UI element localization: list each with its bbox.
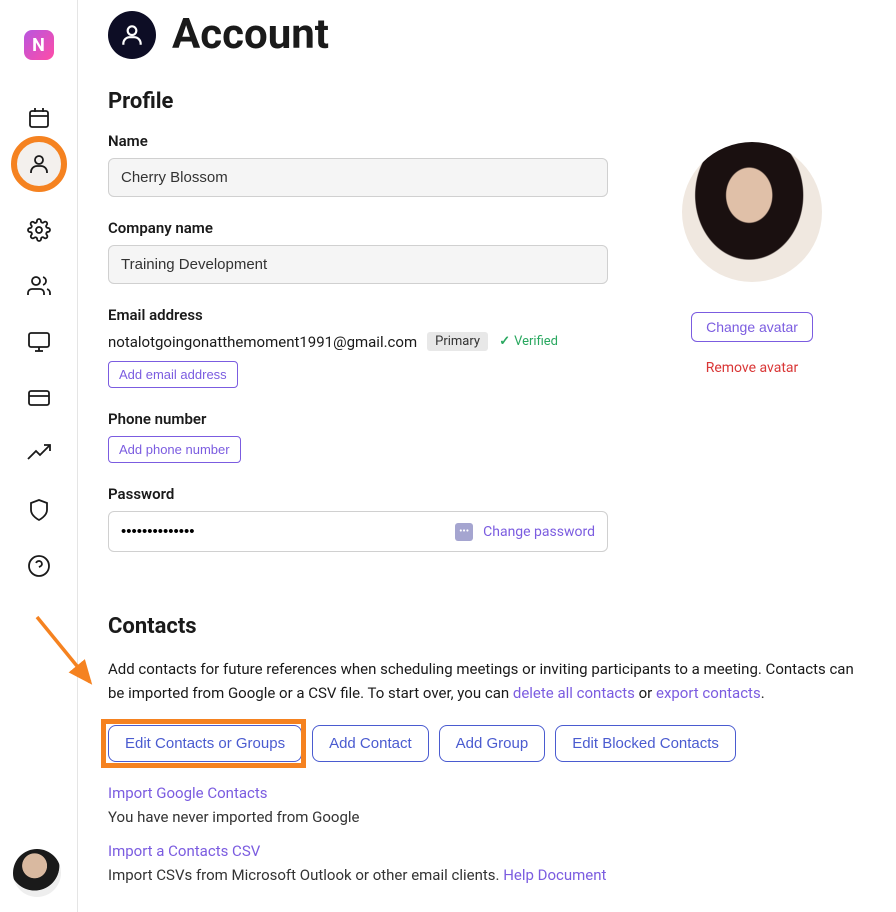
add-contact-button[interactable]: Add Contact <box>312 725 429 762</box>
verified-indicator: Verified <box>499 334 558 349</box>
profile-section-title: Profile <box>108 89 866 114</box>
export-contacts-link[interactable]: export contacts <box>656 684 761 702</box>
help-icon[interactable] <box>21 548 57 584</box>
company-input[interactable] <box>108 245 608 284</box>
add-email-button[interactable]: Add email address <box>108 361 238 388</box>
primary-badge: Primary <box>427 332 488 351</box>
app-logo[interactable]: N <box>24 30 54 60</box>
email-value: notalotgoingonatthemoment1991@gmail.com <box>108 333 417 351</box>
import-google-link[interactable]: Import Google Contacts <box>108 784 268 802</box>
password-field <box>109 513 455 550</box>
company-label: Company name <box>108 219 608 237</box>
delete-all-contacts-link[interactable]: delete all contacts <box>513 684 635 702</box>
email-label: Email address <box>108 306 608 324</box>
contacts-description: Add contacts for future references when … <box>108 657 866 705</box>
remove-avatar-link[interactable]: Remove avatar <box>706 360 799 376</box>
import-csv-link[interactable]: Import a Contacts CSV <box>108 842 260 860</box>
name-label: Name <box>108 132 608 150</box>
main-content: Account Profile Name Company name Email … <box>78 0 896 912</box>
help-document-link[interactable]: Help Document <box>503 866 606 884</box>
edit-blocked-contacts-button[interactable]: Edit Blocked Contacts <box>555 725 736 762</box>
shield-icon[interactable] <box>21 492 57 528</box>
credit-card-icon[interactable] <box>21 380 57 416</box>
page-title: Account <box>172 10 329 59</box>
add-group-button[interactable]: Add Group <box>439 725 546 762</box>
change-password-link[interactable]: Change password <box>483 524 595 540</box>
calendar-icon[interactable] <box>21 100 57 136</box>
account-header-icon <box>108 11 156 59</box>
add-phone-button[interactable]: Add phone number <box>108 436 241 463</box>
profile-avatar <box>682 142 822 282</box>
gear-icon[interactable] <box>21 212 57 248</box>
import-google-subtext: You have never imported from Google <box>108 808 360 826</box>
edit-contacts-groups-button[interactable]: Edit Contacts or Groups <box>108 725 302 762</box>
change-avatar-button[interactable]: Change avatar <box>691 312 813 342</box>
name-input[interactable] <box>108 158 608 197</box>
annotation-arrow <box>32 612 102 692</box>
contacts-section-title: Contacts <box>108 614 866 639</box>
page-header: Account <box>108 10 866 59</box>
password-edit-icon[interactable]: ••• <box>455 523 473 541</box>
trending-up-icon[interactable] <box>21 436 57 472</box>
sidebar-user-avatar[interactable] <box>13 849 61 897</box>
users-icon[interactable] <box>21 268 57 304</box>
phone-label: Phone number <box>108 410 608 428</box>
password-row: ••• Change password <box>108 511 608 552</box>
account-icon-highlight[interactable] <box>11 136 67 192</box>
import-csv-description: Import CSVs from Microsoft Outlook or ot… <box>108 866 606 884</box>
password-label: Password <box>108 485 608 503</box>
monitor-icon[interactable] <box>21 324 57 360</box>
